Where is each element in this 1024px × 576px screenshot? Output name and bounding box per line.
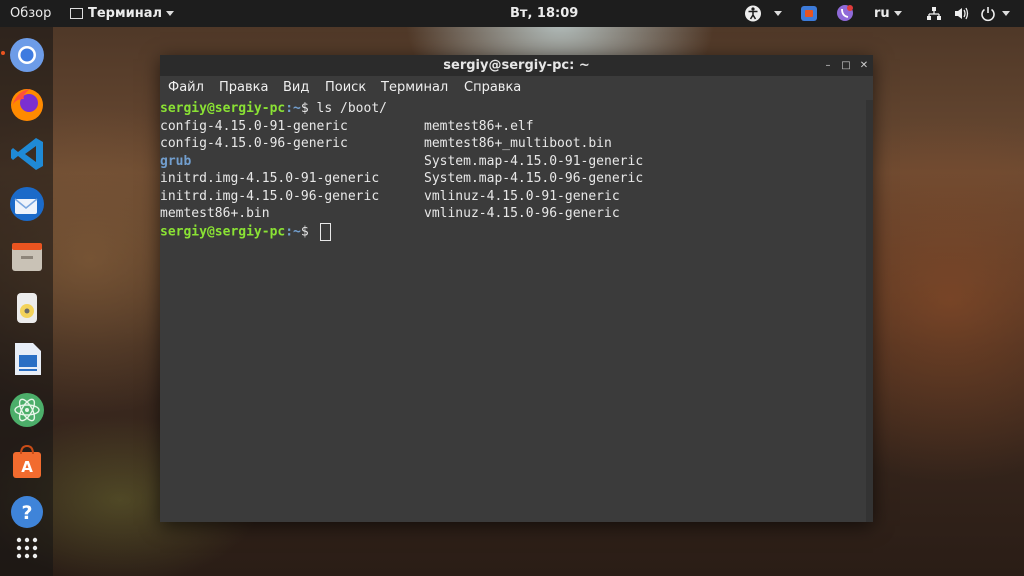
svg-text:A: A xyxy=(21,458,33,476)
file-name: config-4.15.0-96-generic xyxy=(160,136,348,151)
text-cursor xyxy=(319,222,331,241)
software-center-icon[interactable]: A xyxy=(8,443,46,481)
file-name: initrd.img-4.15.0-96-generic xyxy=(160,188,380,204)
prompt-user: sergiy@sergiy-pc xyxy=(160,224,286,239)
prompt-path: :~ xyxy=(285,224,301,239)
files-icon[interactable] xyxy=(8,237,46,275)
terminal-icon xyxy=(70,8,83,19)
close-button[interactable]: ✕ xyxy=(856,55,872,76)
show-apps-icon[interactable] xyxy=(8,532,46,564)
atom-icon[interactable] xyxy=(8,391,46,429)
prompt-path: :~ xyxy=(285,101,301,116)
maximize-button[interactable]: □ xyxy=(838,55,854,76)
file-name: memtest86+.bin xyxy=(160,206,270,221)
chevron-down-icon[interactable] xyxy=(770,0,782,27)
file-name: vmlinuz-4.15.0-96-generic xyxy=(424,206,620,221)
firefox-icon[interactable] xyxy=(8,85,46,123)
vscode-icon[interactable] xyxy=(8,135,46,173)
list-item: memtest86+.bin vmlinuz-4.15.0-96-generic xyxy=(160,205,620,223)
indicator-app-icon[interactable] xyxy=(800,0,818,27)
menu-help[interactable]: Справка xyxy=(464,76,521,100)
writer-icon[interactable] xyxy=(8,340,46,378)
app-menu-label: Терминал xyxy=(88,6,163,21)
activities-button[interactable]: Обзор xyxy=(10,0,51,27)
command-text: ls /boot/ xyxy=(316,101,387,116)
rhythmbox-icon[interactable] xyxy=(8,289,46,327)
menu-bar: Файл Правка Вид Поиск Терминал Справка xyxy=(160,76,873,100)
menu-file[interactable]: Файл xyxy=(168,76,204,100)
menu-terminal[interactable]: Терминал xyxy=(381,76,448,100)
list-item: config-4.15.0-91-generic memtest86+.elf xyxy=(160,118,534,136)
clock[interactable]: Вт, 18:09 xyxy=(510,0,578,27)
window-title: sergiy@sergiy-pc: ~ xyxy=(443,58,590,73)
list-item: initrd.img-4.15.0-91-generic System.map-4… xyxy=(160,170,643,188)
accessibility-icon[interactable] xyxy=(744,0,762,27)
app-menu[interactable]: Терминал xyxy=(70,0,175,27)
chromium-icon[interactable] xyxy=(8,36,46,74)
chevron-down-icon[interactable] xyxy=(998,0,1010,27)
menu-edit[interactable]: Правка xyxy=(219,76,268,100)
menu-view[interactable]: Вид xyxy=(283,76,309,100)
chevron-down-icon xyxy=(166,11,175,16)
list-item: config-4.15.0-96-generic memtest86+_multi… xyxy=(160,135,612,153)
language-selector[interactable]: ru xyxy=(874,0,902,27)
file-name: memtest86+.elf xyxy=(424,118,534,134)
prompt-line: sergiy@sergiy-pc:~$ xyxy=(160,222,331,241)
list-item: initrd.img-4.15.0-96-generic vmlinuz-4.15… xyxy=(160,188,620,206)
directory-name: grub xyxy=(160,153,192,169)
viber-icon[interactable] xyxy=(836,0,854,27)
window-titlebar[interactable]: sergiy@sergiy-pc: ~ – □ ✕ xyxy=(160,55,873,76)
top-bar: Обзор Терминал Вт, 18:09 ru xyxy=(0,0,1024,27)
file-name: config-4.15.0-91-generic xyxy=(160,118,348,134)
command-line: sergiy@sergiy-pc:~$ ls /boot/ xyxy=(160,100,387,118)
running-indicator xyxy=(1,51,5,55)
volume-icon[interactable] xyxy=(953,0,969,27)
terminal-window: sergiy@sergiy-pc: ~ – □ ✕ Файл Правка Ви… xyxy=(160,55,873,522)
network-icon[interactable] xyxy=(926,0,942,27)
thunderbird-icon[interactable] xyxy=(8,185,46,223)
file-name: vmlinuz-4.15.0-91-generic xyxy=(424,188,620,204)
svg-text:?: ? xyxy=(21,502,32,524)
list-item: grub System.map-4.15.0-91-generic xyxy=(160,153,643,171)
power-icon[interactable] xyxy=(980,0,996,27)
file-name: memtest86+_multiboot.bin xyxy=(424,136,612,151)
dock: A ? xyxy=(0,27,53,576)
file-name: initrd.img-4.15.0-91-generic xyxy=(160,171,380,186)
menu-search[interactable]: Поиск xyxy=(325,76,366,100)
chevron-down-icon xyxy=(893,11,902,16)
prompt-user: sergiy@sergiy-pc xyxy=(160,101,286,116)
prompt-symbol: $ xyxy=(300,101,317,116)
file-name: System.map-4.15.0-91-generic xyxy=(424,153,644,169)
minimize-button[interactable]: – xyxy=(820,55,836,76)
file-name: System.map-4.15.0-96-generic xyxy=(424,171,644,186)
language-label: ru xyxy=(874,6,890,21)
prompt-symbol: $ xyxy=(300,224,317,239)
help-icon[interactable]: ? xyxy=(8,493,46,531)
scrollbar[interactable] xyxy=(866,100,873,522)
